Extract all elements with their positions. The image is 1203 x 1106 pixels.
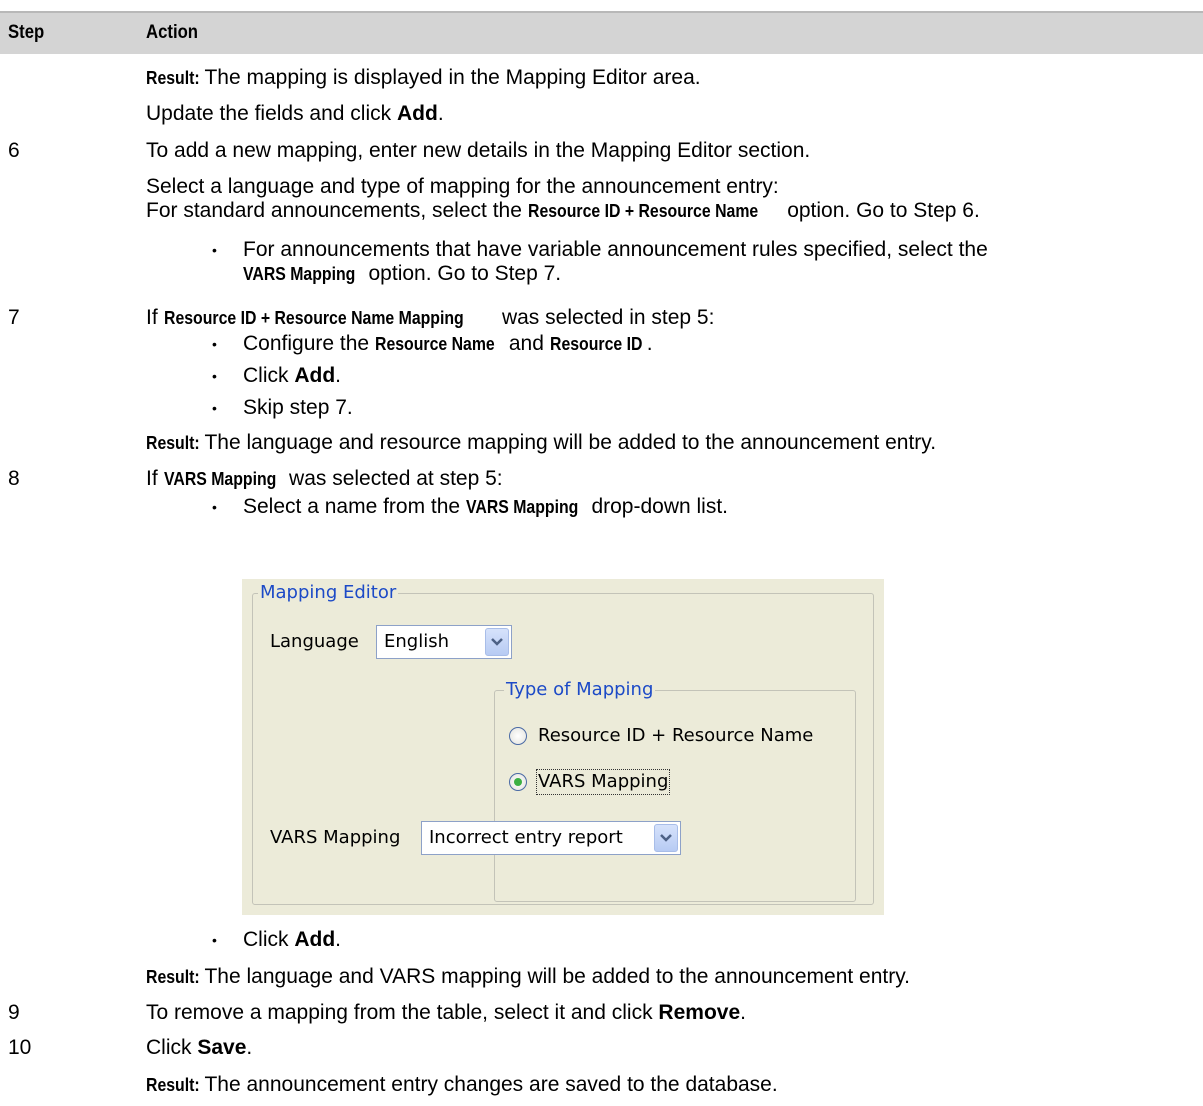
step-number-10: 10	[8, 1036, 32, 1059]
step-10-text: Click Save.	[146, 1036, 253, 1059]
step-number-6: 6	[8, 139, 20, 162]
select-language-text: Select a language and type of mapping fo…	[146, 175, 779, 198]
result-line-2: Result: The language and resource mappin…	[146, 431, 937, 454]
header-step: Step	[8, 22, 45, 43]
type-of-mapping-group	[494, 690, 856, 902]
chevron-down-icon[interactable]	[654, 824, 678, 852]
language-label: Language	[270, 631, 359, 652]
radio-vars-mapping[interactable]	[509, 773, 527, 791]
step-9-text: To remove a mapping from the table, sele…	[146, 1001, 746, 1024]
type-of-mapping-title: Type of Mapping	[504, 679, 656, 700]
step-6-text: To add a new mapping, enter new details …	[146, 139, 811, 162]
bullet-icon: •	[212, 368, 217, 384]
header-action: Action	[146, 22, 199, 43]
radio-selected-dot	[514, 778, 522, 786]
bullet-icon: •	[212, 336, 217, 352]
step-number-9: 9	[8, 1001, 20, 1024]
radio-resource-id-label[interactable]: Resource ID + Resource Name	[538, 725, 813, 747]
bullet-icon: •	[212, 242, 217, 258]
bullet-icon: •	[212, 932, 217, 948]
vars-mapping-select[interactable]: Incorrect entry report	[421, 821, 681, 855]
standard-announcements-text: For standard announcements, select the R…	[146, 199, 980, 222]
result-line-3: Result: The language and VARS mapping wi…	[146, 965, 911, 988]
chevron-down-icon[interactable]	[485, 628, 509, 656]
mapping-editor-panel: Mapping Editor Language English Type of …	[242, 579, 884, 915]
step-8-text: If VARS Mapping was selected at step 5:	[146, 467, 503, 490]
radio-resource-id[interactable]	[509, 727, 527, 745]
step-number-8: 8	[8, 467, 20, 490]
click-add-bullet-2: Click Add.	[243, 928, 342, 951]
result-line-1: Result: The mapping is displayed in the …	[146, 66, 701, 89]
configure-bullet: Configure the Resource Name and Resource…	[243, 332, 653, 355]
vars-mapping-label: VARS Mapping	[270, 827, 401, 848]
vars-mapping-value: Incorrect entry report	[429, 827, 623, 848]
bullet-icon: •	[212, 499, 217, 515]
step-7-text: If Resource ID + Resource Name Mapping w…	[146, 306, 715, 329]
skip-step-bullet: Skip step 7.	[243, 396, 353, 419]
step-number-7: 7	[8, 306, 20, 329]
vars-bullet-line2: VARS Mapping option. Go to Step 7.	[243, 262, 562, 285]
mapping-editor-title: Mapping Editor	[258, 582, 399, 603]
result-line-4: Result: The announcement entry changes a…	[146, 1073, 778, 1096]
table-header: Step Action	[0, 11, 1203, 54]
bullet-icon: •	[212, 400, 217, 416]
vars-bullet-line1: For announcements that have variable ann…	[243, 238, 988, 261]
radio-vars-mapping-label[interactable]: VARS Mapping	[535, 769, 671, 795]
click-add-bullet: Click Add.	[243, 364, 342, 387]
update-line: Update the fields and click Add.	[146, 102, 444, 125]
language-value: English	[384, 631, 449, 652]
select-name-bullet: Select a name from the VARS Mapping drop…	[243, 495, 729, 518]
language-select[interactable]: English	[376, 625, 512, 659]
